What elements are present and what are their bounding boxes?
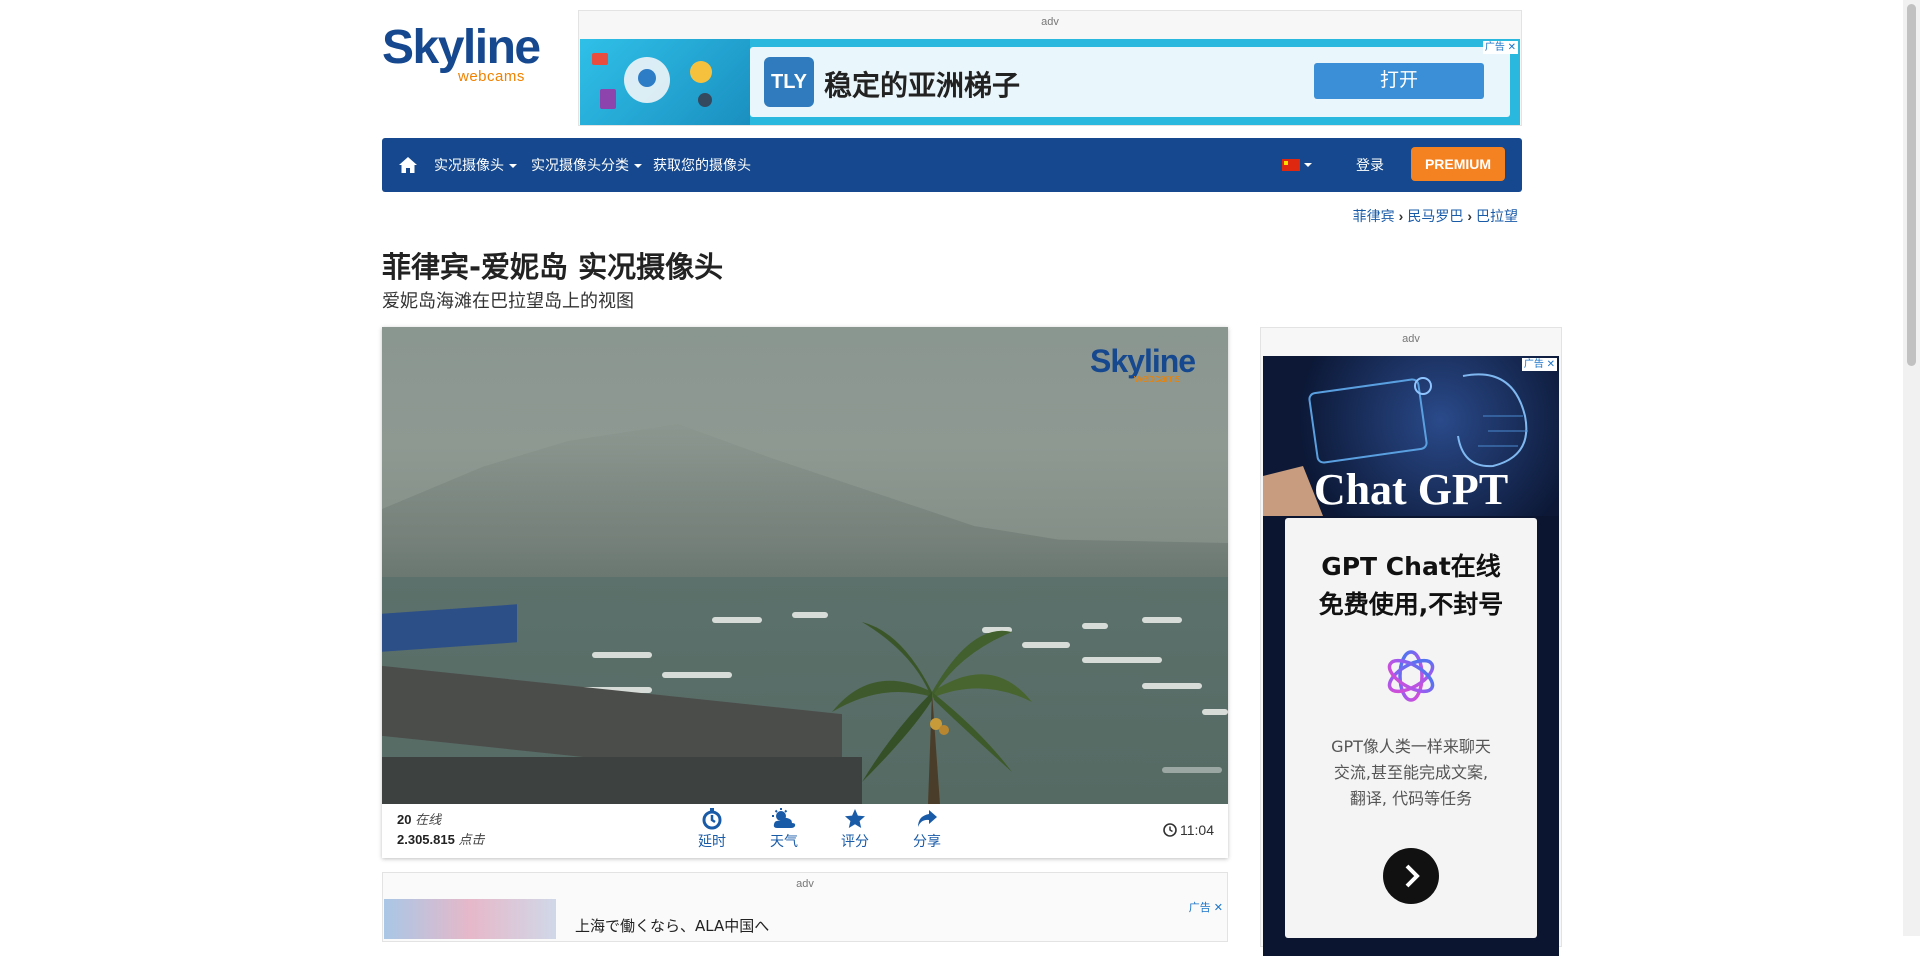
bottom-advertisement[interactable]: adv 上海で働くなら、ALA中国へ 广告 ✕ bbox=[382, 872, 1228, 942]
home-icon[interactable] bbox=[398, 156, 418, 174]
side-ad-banner[interactable]: Chat GPT GPT Chat在线 免费使用,不封号 GPT像人类一样来聊天… bbox=[1263, 356, 1559, 956]
chevron-right-icon bbox=[1405, 864, 1420, 888]
ad-image bbox=[384, 899, 556, 939]
share-label: 分享 bbox=[913, 833, 941, 849]
timelapse-label: 延时 bbox=[698, 833, 726, 849]
tly-logo: TLY bbox=[764, 57, 814, 107]
watermark-sub: webcams bbox=[1134, 373, 1181, 385]
site-logo[interactable]: Skyline webcams bbox=[382, 24, 552, 94]
viewer-stats: 20 在线 2.305.815 点击 bbox=[397, 810, 484, 850]
language-flag-icon[interactable] bbox=[1282, 159, 1300, 171]
weather-button[interactable]: 天气 bbox=[754, 807, 814, 851]
ad-choices-icon[interactable]: 广告 ✕ bbox=[1482, 41, 1518, 54]
ad-content-box: TLY 稳定的亚洲梯子 打开 bbox=[750, 47, 1510, 117]
adv-label: adv bbox=[1402, 333, 1420, 345]
chevron-right-icon: › bbox=[1398, 208, 1404, 224]
online-count: 20 bbox=[397, 812, 412, 827]
webcam-video[interactable]: Skyline webcams bbox=[382, 327, 1228, 804]
premium-button[interactable]: PREMIUM bbox=[1411, 147, 1505, 181]
nav-webcam-categories-label: 实况摄像头分类 bbox=[531, 157, 629, 173]
rate-button[interactable]: 评分 bbox=[825, 807, 885, 851]
chevron-right-icon: › bbox=[1467, 208, 1472, 224]
chevron-down-icon bbox=[634, 164, 642, 169]
side-ad-card[interactable]: GPT Chat在线 免费使用,不封号 GPT像人类一样来聊天 交流,甚至能完成… bbox=[1285, 518, 1537, 938]
ad-open-button[interactable]: 打开 bbox=[1314, 63, 1484, 99]
login-link[interactable]: 登录 bbox=[1356, 138, 1384, 192]
logo-sub-text: webcams bbox=[458, 68, 525, 85]
share-button[interactable]: 分享 bbox=[897, 807, 957, 851]
adv-label: adv bbox=[796, 878, 814, 890]
time-value: 11:04 bbox=[1180, 822, 1214, 838]
main-navbar: 实况摄像头 实况摄像头分类 获取您的摄像头 登录 PREMIUM bbox=[382, 138, 1522, 192]
share-icon bbox=[918, 810, 937, 827]
rate-label: 评分 bbox=[841, 833, 869, 849]
side-advertisement[interactable]: adv Chat GPT GPT Chat在线 免费使用,不封号 GPT像人类一… bbox=[1260, 327, 1562, 956]
scene-building bbox=[382, 757, 862, 804]
clicks-count: 2.305.815 bbox=[397, 832, 455, 847]
nav-get-your-webcam-label: 获取您的摄像头 bbox=[653, 157, 751, 173]
page-subtitle: 爱妮岛海滩在巴拉望岛上的视图 bbox=[382, 291, 634, 311]
nav-webcam-categories[interactable]: 实况摄像头分类 bbox=[531, 138, 642, 192]
nav-live-webcams-label: 实况摄像头 bbox=[434, 157, 504, 173]
nav-live-webcams[interactable]: 实况摄像头 bbox=[434, 138, 517, 192]
timelapse-button[interactable]: 延时 bbox=[682, 807, 742, 851]
language-chevron-down-icon[interactable] bbox=[1304, 163, 1312, 167]
scrollbar-thumb[interactable] bbox=[1907, 4, 1916, 366]
side-ad-hero-text: Chat GPT bbox=[1313, 465, 1509, 514]
weather-icon bbox=[772, 808, 796, 828]
top-advertisement: adv TLY 稳定的亚洲梯子 打开 广告 ✕ bbox=[578, 10, 1522, 126]
page-title: 菲律宾-爱妮岛 实况摄像头 bbox=[382, 250, 724, 284]
webcam-player[interactable]: Skyline webcams 20 在线 2.305.815 点击 延时 天气… bbox=[382, 327, 1228, 858]
ad-choices-icon[interactable]: 广告 ✕ bbox=[1189, 899, 1223, 915]
weather-label: 天气 bbox=[770, 833, 798, 849]
ad-illustration bbox=[580, 39, 750, 125]
nav-get-your-webcam[interactable]: 获取您的摄像头 bbox=[653, 138, 751, 192]
chevron-down-icon bbox=[509, 164, 517, 169]
side-ad-go-button[interactable] bbox=[1383, 848, 1439, 904]
ad-text: 上海で働くなら、ALA中国へ bbox=[575, 917, 770, 935]
logo-main-text: Skyline bbox=[382, 21, 541, 74]
ad-headline: 稳定的亚洲梯子 bbox=[824, 69, 1021, 102]
ad-choices-icon[interactable]: 广告 ✕ bbox=[1521, 358, 1557, 371]
openai-icon bbox=[1387, 650, 1435, 702]
page-scrollbar[interactable] bbox=[1903, 0, 1920, 936]
clicks-label: 点击 bbox=[458, 832, 485, 847]
online-label: 在线 bbox=[415, 812, 442, 827]
webcam-watermark: Skyline webcams bbox=[1090, 345, 1196, 385]
breadcrumb: 菲律宾 › 民马罗巴 › 巴拉望 bbox=[1353, 206, 1518, 226]
adv-label: adv bbox=[1041, 16, 1059, 28]
star-icon bbox=[845, 809, 865, 828]
scene-palm-tree bbox=[832, 622, 1032, 804]
scene-mountains bbox=[382, 424, 1228, 577]
local-time: 11:04 bbox=[1163, 822, 1214, 838]
breadcrumb-country[interactable]: 菲律宾 bbox=[1353, 208, 1395, 224]
breadcrumb-region[interactable]: 民马罗巴 bbox=[1407, 208, 1463, 224]
player-controls: 20 在线 2.305.815 点击 延时 天气 评分 分享 11:04 bbox=[382, 804, 1228, 858]
timelapse-icon bbox=[702, 808, 722, 830]
side-ad-headline: GPT Chat在线 免费使用,不封号 bbox=[1318, 552, 1504, 619]
clock-icon bbox=[1163, 823, 1177, 837]
side-ad-description: GPT像人类一样来聊天 交流,甚至能完成文案, 翻译, 代码等任务 bbox=[1331, 737, 1491, 808]
breadcrumb-province[interactable]: 巴拉望 bbox=[1476, 208, 1518, 224]
top-ad-banner[interactable]: TLY 稳定的亚洲梯子 打开 广告 ✕ bbox=[580, 39, 1520, 125]
